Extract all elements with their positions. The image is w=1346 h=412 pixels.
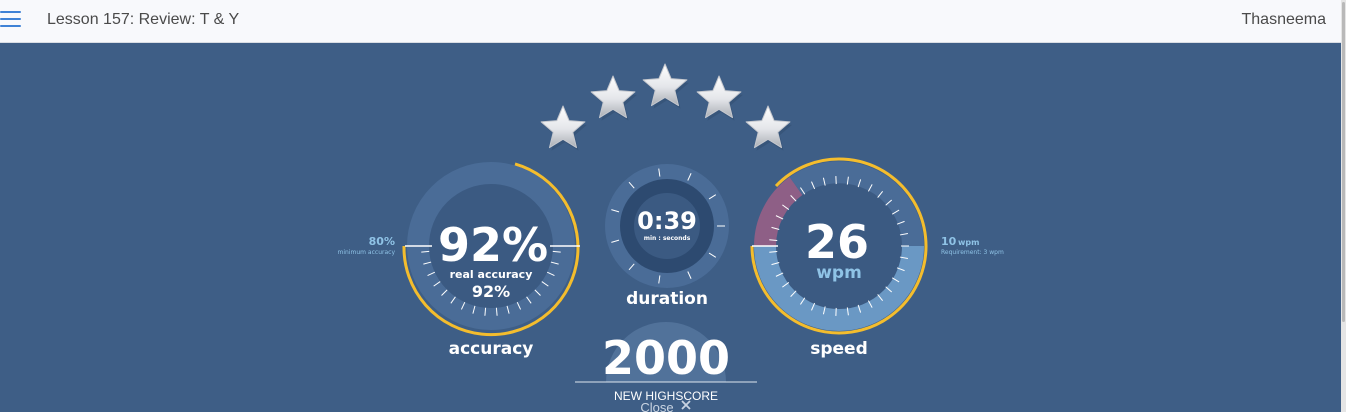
results-graphic: 92% real accuracy 92% 80% minimum accura… [338, 63, 1004, 412]
real-accuracy-value: 92% [472, 282, 510, 301]
results-panel: 92% real accuracy 92% 80% minimum accura… [0, 43, 1341, 412]
accuracy-gauge: 92% real accuracy 92% 80% minimum accura… [338, 162, 580, 359]
user-name[interactable]: Thasneema [1242, 11, 1327, 29]
star-rating [540, 63, 792, 151]
accuracy-title: accuracy [449, 339, 534, 359]
score-value: 2000 [602, 331, 730, 385]
hamburger-menu-icon[interactable] [0, 11, 21, 29]
minimum-accuracy-value: 80% [369, 235, 395, 248]
gauge-tick [769, 239, 778, 241]
gauge-tick [484, 307, 487, 316]
duration-gauge: 0:39 min : seconds duration [605, 164, 729, 309]
lesson-title: Lesson 157: Review: T & Y [47, 11, 240, 28]
speed-gauge: 26 wpm 10 wpm Requirement: 3 wpm speed [750, 157, 1004, 359]
scrollbar-thumb[interactable] [1342, 2, 1345, 322]
duration-title: duration [626, 289, 708, 309]
close-button[interactable]: Close [640, 400, 691, 412]
gauge-tick [421, 250, 430, 253]
gauge-tick [769, 251, 778, 253]
close-label[interactable]: Close [640, 400, 673, 412]
gauge-tick [495, 307, 498, 316]
score-block: 2000 NEW HIGHSCORE [575, 322, 757, 403]
minimum-accuracy-label: minimum accuracy [338, 249, 396, 256]
top-bar: Lesson 157: Review: T & Y Thasneema [0, 0, 1341, 43]
gauge-tick [552, 250, 561, 253]
speed-requirement-value: 10 [941, 235, 957, 248]
duration-unit-label: min : seconds [644, 235, 691, 242]
speed-value: 26 [805, 215, 869, 269]
speed-requirement-label: Requirement: 3 wpm [941, 249, 1004, 256]
speed-unit: wpm [816, 263, 862, 283]
accuracy-value: 92% [438, 218, 548, 272]
real-accuracy-label: real accuracy [450, 268, 533, 281]
speed-title: speed [810, 339, 868, 359]
speed-requirement-unit: wpm [958, 238, 979, 247]
duration-value: 0:39 [637, 207, 697, 235]
